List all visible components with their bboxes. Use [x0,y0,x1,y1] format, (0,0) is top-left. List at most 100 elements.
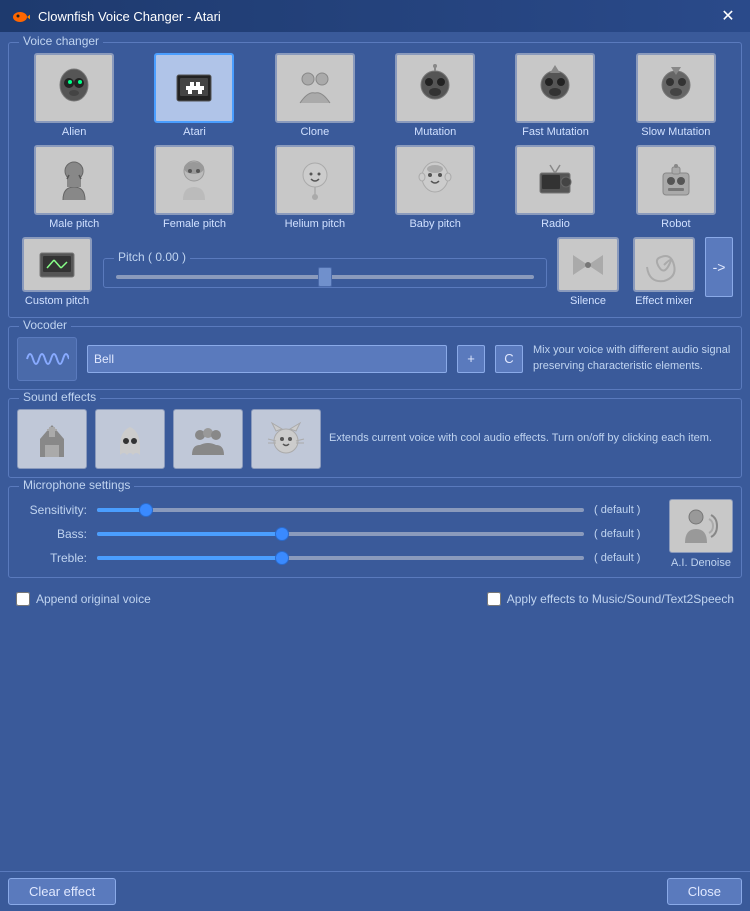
sound-effect-cat[interactable] [251,409,321,469]
slow-mutation-svg [651,63,701,113]
mic-treble-label: Treble: [17,551,87,565]
mic-settings-label: Microphone settings [19,478,134,492]
voice-item-alien[interactable]: Alien [17,53,131,139]
male-pitch-svg [49,155,99,205]
append-original-check-group: Append original voice [16,592,151,606]
voice-changer-group: Voice changer Alien [8,42,742,318]
robot-svg [651,155,701,205]
vocoder-label: Vocoder [19,318,71,332]
main-content: Voice changer Alien [0,32,750,871]
sound-effects-inner: Extends current voice with cool audio ef… [17,409,733,469]
footer: Clear effect Close [0,871,750,911]
window-close-button[interactable]: ✕ [716,4,740,28]
mic-settings-inner: Sensitivity: ( default ) Bass: [17,499,733,569]
voice-label-alien: Alien [62,126,86,139]
voice-icon-female-pitch [154,145,234,215]
sound-effect-church[interactable] [17,409,87,469]
voice-item-atari[interactable]: Atari [137,53,251,139]
mic-sensitivity-track[interactable] [97,508,584,512]
voice-label-female-pitch: Female pitch [163,218,226,231]
voice-icon-effect-mixer [633,237,695,292]
voice-label-atari: Atari [183,126,206,139]
arrow-button[interactable]: -> [705,237,733,297]
voice-label-helium-pitch: Helium pitch [285,218,346,231]
window-title: Clownfish Voice Changer - Atari [38,9,221,24]
mic-sliders: Sensitivity: ( default ) Bass: [17,503,659,565]
voice-item-robot[interactable]: Robot [619,145,733,231]
voice-label-clone: Clone [300,126,329,139]
pitch-slider-track[interactable] [116,275,534,279]
mic-treble-value: ( default ) [594,552,659,564]
voice-label-silence: Silence [570,295,606,308]
clear-effect-button[interactable]: Clear effect [8,878,116,905]
voice-icon-male-pitch [34,145,114,215]
sound-effects-label: Sound effects [19,390,100,404]
mic-settings-group: Microphone settings Sensitivity: ( defau… [8,486,742,578]
voice-item-female-pitch[interactable]: Female pitch [137,145,251,231]
voice-icon-robot [636,145,716,215]
voice-item-mutation[interactable]: Mutation [378,53,492,139]
voice-icon-baby-pitch [395,145,475,215]
voice-item-effect-mixer[interactable]: Effect mixer [629,237,699,308]
voice-label-fast-mutation: Fast Mutation [522,126,589,139]
voice-icon-clone [275,53,355,123]
voice-icon-slow-mutation [636,53,716,123]
helium-pitch-svg [290,155,340,205]
voice-item-silence[interactable]: Silence [553,237,623,308]
title-bar: Clownfish Voice Changer - Atari ✕ [0,0,750,32]
mic-sensitivity-label: Sensitivity: [17,503,87,517]
voice-item-male-pitch[interactable]: Male pitch [17,145,131,231]
mic-treble-row: Treble: ( default ) [17,551,659,565]
voice-icon-alien [34,53,114,123]
close-button[interactable]: Close [667,878,742,905]
sound-effect-crowd[interactable] [173,409,243,469]
alien-svg [49,63,99,113]
sound-effects-description: Extends current voice with cool audio ef… [329,431,733,446]
mic-bass-track[interactable] [97,532,584,536]
voice-icon-fast-mutation [515,53,595,123]
mic-bass-row: Bass: ( default ) [17,527,659,541]
mic-treble-fill [97,556,282,560]
mic-treble-track[interactable] [97,556,584,560]
voice-item-custom-pitch[interactable]: Custom pitch [17,237,97,308]
voice-item-helium-pitch[interactable]: Helium pitch [258,145,372,231]
apply-effects-label: Apply effects to Music/Sound/Text2Speech [507,592,734,606]
mic-sensitivity-thumb[interactable] [139,503,153,517]
sound-effect-ghost[interactable] [95,409,165,469]
vocoder-clear-button[interactable]: C [495,345,523,373]
vocoder-select[interactable]: Bell Choir Flute Organ Strings [87,345,447,373]
pitch-slider-thumb[interactable] [318,267,332,287]
mutation-svg [410,63,460,113]
bottom-checks: Append original voice Apply effects to M… [8,586,742,612]
baby-pitch-svg [410,155,460,205]
mic-bass-thumb[interactable] [275,527,289,541]
voice-item-slow-mutation[interactable]: Slow Mutation [619,53,733,139]
cat-svg [264,417,308,461]
fast-mutation-svg [530,63,580,113]
voice-icon-atari [154,53,234,123]
ai-denoise-icon[interactable] [669,499,733,553]
vocoder-inner: Bell Choir Flute Organ Strings + C Mix y… [17,337,733,381]
voice-item-fast-mutation[interactable]: Fast Mutation [498,53,612,139]
crowd-svg [186,417,230,461]
voice-icon-radio [515,145,595,215]
append-original-checkbox[interactable] [16,592,30,606]
mic-sensitivity-value: ( default ) [594,504,659,516]
apply-effects-check-group: Apply effects to Music/Sound/Text2Speech [487,592,734,606]
main-window: Clownfish Voice Changer - Atari ✕ Voice … [0,0,750,911]
sound-effects-group: Sound effects [8,398,742,478]
mic-treble-thumb[interactable] [275,551,289,565]
voice-item-clone[interactable]: Clone [258,53,372,139]
apply-effects-checkbox[interactable] [487,592,501,606]
voice-icon-helium-pitch [275,145,355,215]
vocoder-group: Vocoder Bell Choir Flute Organ Strings +… [8,326,742,390]
voice-item-radio[interactable]: Radio [498,145,612,231]
voice-item-baby-pitch[interactable]: Baby pitch [378,145,492,231]
ai-denoise-svg [671,501,731,551]
pitch-slider-label: Pitch ( 0.00 ) [114,250,190,264]
voice-icon-mutation [395,53,475,123]
church-svg [30,417,74,461]
silence-svg [563,240,613,290]
vocoder-add-button[interactable]: + [457,345,485,373]
mic-bass-fill [97,532,282,536]
